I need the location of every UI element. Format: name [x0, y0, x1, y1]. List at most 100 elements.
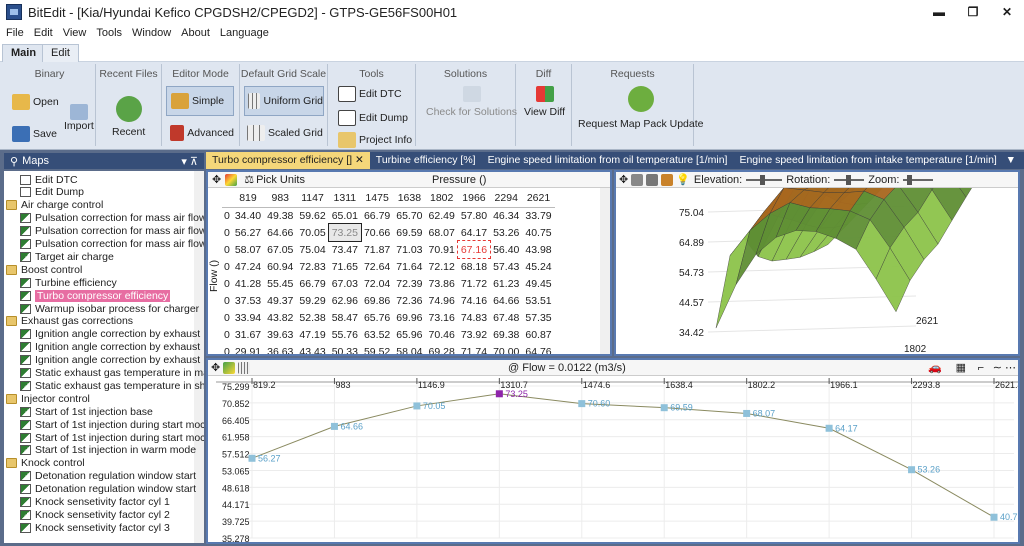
data-point[interactable]	[413, 402, 421, 410]
lightbulb-icon[interactable]: 💡	[676, 173, 690, 186]
table-cell[interactable]: 49.45	[522, 275, 554, 292]
table-cell[interactable]: 73.25	[327, 223, 362, 242]
table-cell[interactable]: 70.91	[426, 241, 458, 258]
table-cell[interactable]: 72.12	[426, 258, 458, 275]
table-cell[interactable]: 62.49	[426, 207, 458, 224]
ribbon-tab-edit[interactable]: Edit	[42, 44, 79, 62]
table-cell[interactable]: 72.83	[296, 258, 328, 275]
table-cell[interactable]: 36.63	[264, 343, 296, 355]
search-icon[interactable]: ⚲	[10, 155, 18, 168]
table-cell[interactable]: 39.63	[264, 326, 296, 343]
import-button[interactable]: Import	[64, 104, 94, 132]
heatmap-icon[interactable]	[225, 173, 238, 186]
column-header[interactable]: 1475	[360, 190, 394, 208]
row-header[interactable]: 0	[222, 309, 232, 326]
table-scrollbar[interactable]	[600, 188, 610, 354]
row-header[interactable]: 0	[222, 241, 232, 258]
row-header[interactable]: 0	[222, 275, 232, 292]
table-cell[interactable]: 67.05	[264, 241, 296, 258]
grid-toggle-icon[interactable]	[646, 173, 659, 186]
column-header[interactable]: 1966	[457, 190, 491, 208]
zoom-slider[interactable]	[903, 174, 934, 185]
tree-item[interactable]: Edit DTC	[20, 173, 78, 186]
table-cell[interactable]: 43.43	[296, 343, 328, 355]
tree-folder[interactable]: Air charge control	[6, 199, 103, 212]
table-cell[interactable]: 68.18	[458, 258, 490, 275]
row-header[interactable]: 0	[222, 343, 232, 355]
menu-tools[interactable]: Tools	[96, 27, 122, 39]
tree-folder[interactable]: Boost control	[6, 263, 82, 276]
menu-view[interactable]: View	[63, 27, 87, 39]
data-point[interactable]	[330, 422, 338, 430]
row-header[interactable]: 0	[222, 258, 232, 275]
table-cell[interactable]: 58.07	[232, 241, 264, 258]
menu-language[interactable]: Language	[220, 27, 269, 39]
scaled-grid-button[interactable]: Scaled Grid	[244, 120, 324, 146]
chart-color-icon[interactable]	[223, 361, 236, 374]
table-cell[interactable]: 55.45	[264, 275, 296, 292]
table-cell[interactable]: 41.28	[232, 275, 264, 292]
table-cell[interactable]: 64.76	[522, 343, 554, 355]
menu-file[interactable]: File	[6, 27, 24, 39]
doc-tab-turbine-efficiency[interactable]: Turbine efficiency [%]	[370, 152, 482, 169]
project-info-button[interactable]: Project Info	[338, 132, 412, 148]
menu-about[interactable]: About	[181, 27, 210, 39]
table-cell[interactable]: 46.34	[490, 207, 522, 224]
table-cell[interactable]: 31.67	[232, 326, 264, 343]
tree-item[interactable]: Knock sensetivity factor cyl 1	[20, 496, 170, 509]
data-point[interactable]	[908, 466, 916, 474]
column-header[interactable]: 1147	[296, 190, 329, 208]
table-cell[interactable]: 69.28	[426, 343, 458, 355]
table-cell[interactable]: 73.86	[426, 275, 458, 292]
curve-style-icon[interactable]: ∼	[993, 361, 1002, 374]
check-solutions-button[interactable]: Check for Solutions	[426, 86, 517, 118]
table-cell[interactable]: 73.47	[329, 241, 361, 258]
menu-edit[interactable]: Edit	[34, 27, 53, 39]
tree-item[interactable]: Detonation regulation window start	[20, 483, 196, 496]
table-cell[interactable]: 49.38	[264, 207, 296, 224]
table-cell[interactable]: 40.75	[522, 224, 554, 241]
column-header[interactable]: 983	[264, 190, 297, 208]
uniform-grid-button[interactable]: Uniform Grid	[244, 86, 324, 116]
table-cell[interactable]: 65.01	[329, 207, 361, 224]
column-header[interactable]: 2294	[490, 190, 523, 208]
tree-item[interactable]: Start of 1st injection in warm mode	[20, 444, 196, 457]
table-cell[interactable]: 67.03	[329, 275, 361, 292]
table-cell[interactable]: 65.76	[361, 309, 393, 326]
doc-tab-oil-temp-limit[interactable]: Engine speed limitation from oil tempera…	[482, 152, 734, 169]
data-point[interactable]	[743, 409, 751, 417]
table-cell[interactable]: 73.92	[458, 326, 490, 343]
tree-item[interactable]: Pulsation correction for mass air flow	[20, 212, 204, 225]
table-cell[interactable]: 64.66	[490, 292, 522, 309]
table-cell[interactable]: 74.16	[458, 292, 490, 309]
table-cell[interactable]: 29.91	[232, 343, 264, 355]
app-icon[interactable]	[6, 4, 22, 20]
table-cell[interactable]: 66.79	[361, 207, 393, 224]
row-header[interactable]: 0	[222, 207, 232, 224]
table-cell[interactable]: 47.19	[296, 326, 328, 343]
points-style-icon[interactable]: ⋯	[1005, 361, 1016, 374]
table-cell[interactable]: 59.29	[296, 292, 328, 309]
table-cell[interactable]: 43.82	[264, 309, 296, 326]
row-header[interactable]: 0	[222, 292, 232, 309]
chart-grid-icon[interactable]	[238, 361, 251, 374]
table-cell[interactable]: 72.39	[393, 275, 425, 292]
tree-item[interactable]: Target air charge	[20, 250, 114, 263]
table-cell[interactable]: 71.03	[393, 241, 425, 258]
table-cell[interactable]: 56.40	[490, 241, 522, 258]
tree-item[interactable]: Knock sensetivity factor cyl 2	[20, 508, 170, 521]
table-cell[interactable]: 69.38	[490, 326, 522, 343]
column-header[interactable]: 1802	[425, 190, 458, 208]
data-point[interactable]	[578, 400, 586, 408]
table-cell[interactable]: 60.87	[522, 326, 554, 343]
table-cell[interactable]: 64.66	[264, 224, 296, 241]
menu-window[interactable]: Window	[132, 27, 171, 39]
table-cell[interactable]: 75.04	[296, 241, 328, 258]
column-header[interactable]: 1311	[328, 190, 361, 208]
table-cell[interactable]: 69.59	[393, 224, 425, 241]
table-cell[interactable]: 61.23	[490, 275, 522, 292]
tree-item[interactable]: Ignition angle correction by exhaust	[20, 354, 200, 367]
table-cell[interactable]: 69.86	[361, 292, 393, 309]
table-cell[interactable]: 33.94	[232, 309, 264, 326]
table-cell[interactable]: 73.16	[426, 309, 458, 326]
